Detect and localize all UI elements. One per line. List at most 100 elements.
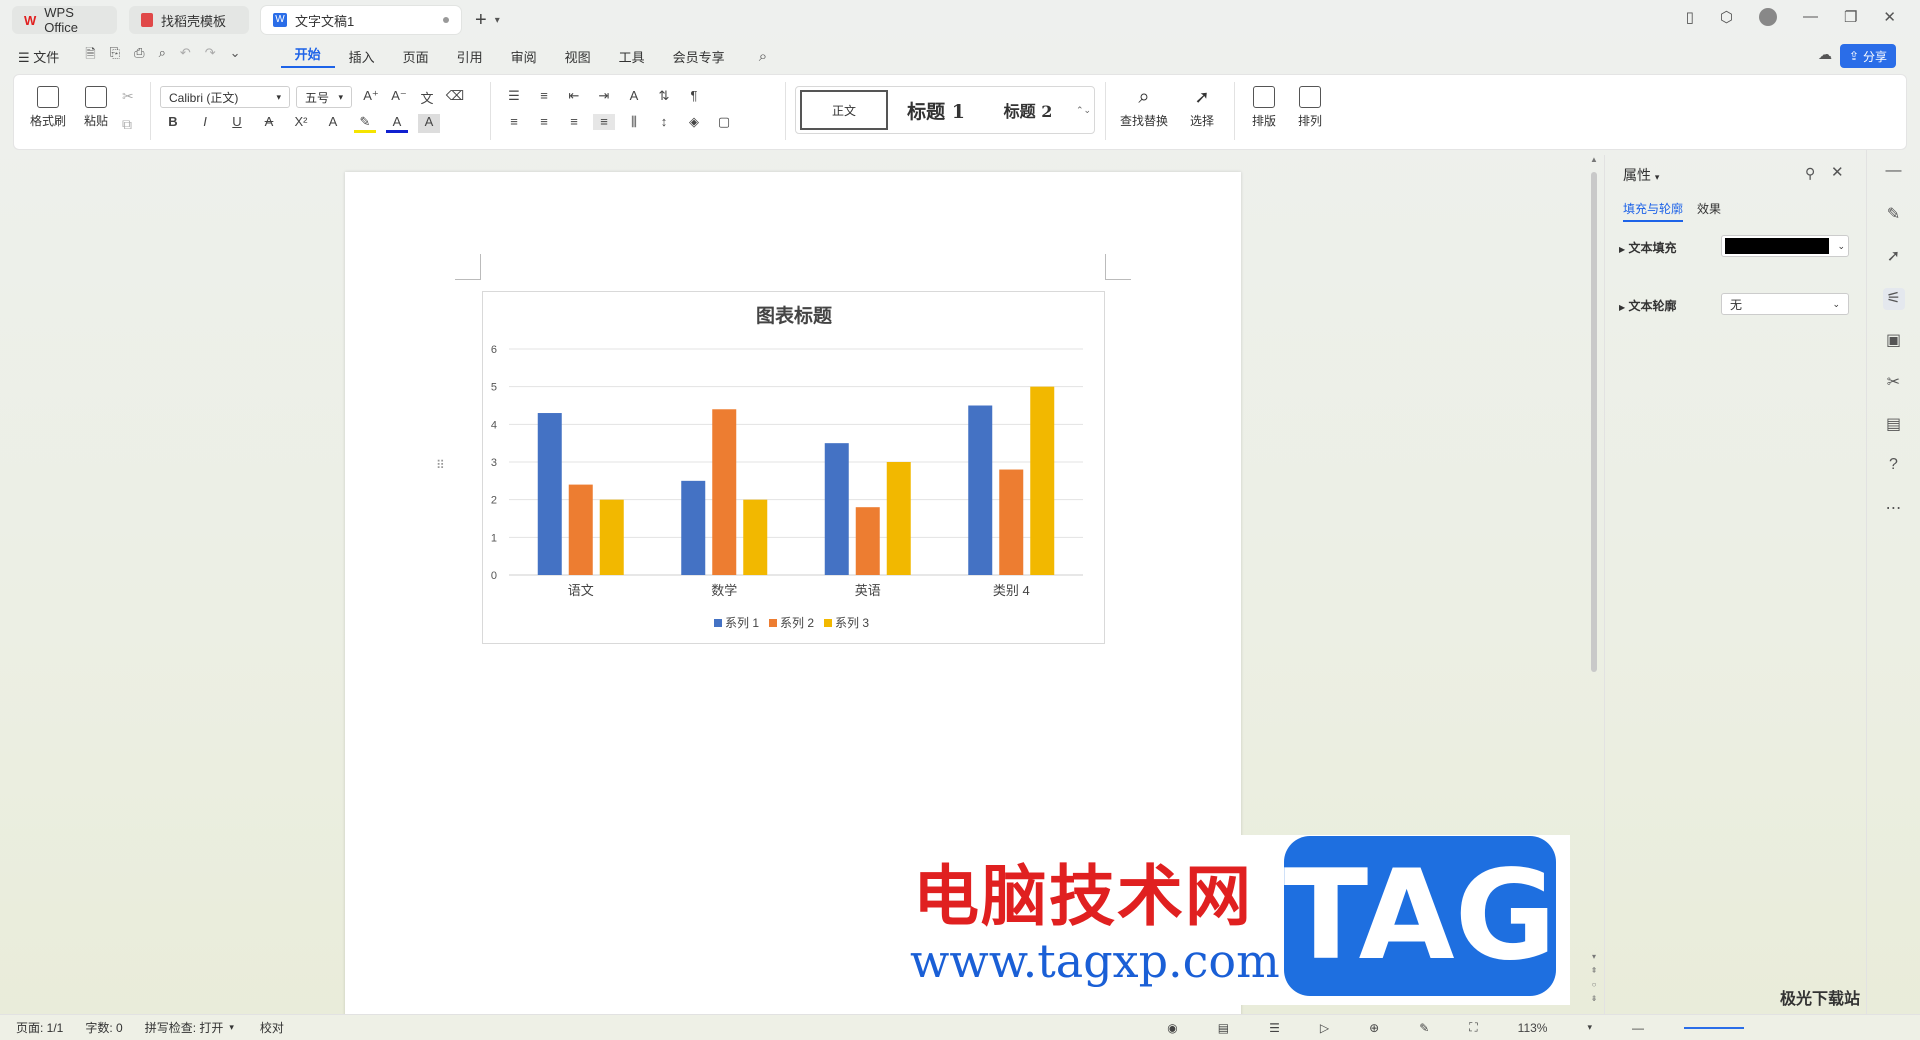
fit-icon[interactable]: ⛶ (1469, 1020, 1477, 1035)
web-view-icon[interactable]: ⊕ (1369, 1021, 1379, 1035)
close-icon[interactable]: ✕ (1831, 163, 1844, 181)
font-size-select[interactable]: 五号 ▾ (296, 86, 352, 108)
superscript-icon[interactable]: X² (290, 114, 312, 133)
caret-right-icon[interactable]: ▶ (1619, 303, 1625, 312)
restore-icon[interactable]: ❐ (1844, 8, 1857, 26)
bold-icon[interactable]: B (162, 114, 184, 133)
spell-check[interactable]: 拼写检查: 打开 (145, 1019, 224, 1036)
zoom-slider[interactable] (1684, 1026, 1744, 1029)
pen-mode-icon[interactable]: ✎ (1419, 1021, 1429, 1035)
clear-format-icon[interactable]: ⌫ (444, 88, 466, 107)
tab-review[interactable]: 审阅 (497, 47, 551, 66)
style-normal[interactable]: 正文 (800, 90, 888, 130)
highlight-icon[interactable]: ✎ (354, 114, 376, 133)
caret-right-icon[interactable]: ▶ (1619, 245, 1625, 254)
decrease-indent-icon[interactable]: ⇤ (563, 88, 585, 104)
tab-member[interactable]: 会员专享 (659, 47, 739, 66)
shading-icon[interactable]: ◈ (683, 114, 705, 130)
gallery-scroll-icon[interactable]: ⌃⌄ (1076, 105, 1091, 116)
numbered-list-icon[interactable]: ≡ (533, 88, 555, 104)
align-right-icon[interactable]: ≡ (563, 114, 585, 130)
font-name-select[interactable]: Calibri (正文) ▾ (160, 86, 290, 108)
cut-icon[interactable]: ✂ (122, 88, 134, 105)
underline-icon[interactable]: U (226, 114, 248, 133)
redo-icon[interactable]: ↷ (205, 45, 216, 67)
close-icon[interactable]: ✕ (1883, 8, 1896, 26)
chart[interactable]: 图表标题 0 1 2 3 4 5 6 语文 数学 英语 类别 4 系列 1 系列 2 系列 3 (482, 291, 1105, 644)
pen-icon[interactable]: ✎ (1883, 204, 1905, 226)
collapse-icon[interactable]: — (1883, 162, 1905, 184)
word-count[interactable]: 字数: 0 (85, 1019, 122, 1036)
help-icon[interactable]: ? (1883, 456, 1905, 478)
cube-icon[interactable]: ⬡ (1720, 8, 1733, 26)
italic-icon[interactable]: I (194, 114, 216, 133)
search-icon[interactable]: ⌕ (759, 48, 767, 65)
save-icon[interactable]: 🗎 (85, 45, 95, 67)
text-direction-icon[interactable]: A (623, 88, 645, 104)
drag-handle-icon[interactable]: ⠿ (436, 458, 445, 472)
arrange-button[interactable]: 排列 (1290, 86, 1330, 129)
export-icon[interactable]: ⎘ (110, 45, 120, 67)
minimize-icon[interactable]: — (1803, 8, 1818, 26)
paste-button[interactable]: 粘贴 (76, 86, 116, 129)
page-count[interactable]: 页面: 1/1 (16, 1019, 63, 1036)
undo-icon[interactable]: ↶ (180, 45, 191, 67)
zoom-out-icon[interactable]: — (1632, 1021, 1644, 1035)
avatar[interactable] (1758, 8, 1777, 26)
char-shading-icon[interactable]: A (418, 114, 440, 133)
format-painter-button[interactable]: 格式刷 (28, 86, 68, 129)
chevron-down-icon[interactable]: ▾ (1655, 172, 1660, 182)
style-heading-1[interactable]: 标题 1 (888, 90, 984, 130)
proofread[interactable]: 校对 (260, 1019, 284, 1036)
eye-icon[interactable]: ◉ (1167, 1021, 1177, 1035)
strikethrough-icon[interactable]: A (258, 114, 280, 133)
tab-view[interactable]: 视图 (551, 47, 605, 66)
layout-icon[interactable]: ▯ (1686, 8, 1694, 26)
show-marks-icon[interactable]: ¶ (683, 88, 705, 104)
tab-fill-outline[interactable]: 填充与轮廓 (1623, 200, 1684, 222)
copy-icon[interactable]: ⧉ (122, 116, 132, 133)
find-replace-button[interactable]: ⌕ 查找替换 (1114, 86, 1174, 129)
style-heading-2[interactable]: 标题 2 (984, 90, 1072, 130)
new-tab-button[interactable]: + (475, 9, 487, 32)
align-left-icon[interactable]: ≡ (503, 114, 525, 130)
distribute-icon[interactable]: ⫼ (623, 114, 645, 130)
more-icon[interactable]: ⋯ (1883, 498, 1905, 520)
preview-icon[interactable]: ⌕ (159, 45, 166, 67)
cloud-icon[interactable]: ☁ (1818, 46, 1832, 63)
share-button[interactable]: ⇪ 分享 (1840, 44, 1896, 68)
properties-icon[interactable]: ⚟ (1882, 288, 1905, 310)
tab-effects[interactable]: 效果 (1697, 200, 1721, 217)
tab-template[interactable]: 找稻壳模板 (129, 6, 249, 34)
tab-home[interactable]: 开始 (280, 44, 335, 68)
book-icon[interactable]: ▤ (1883, 414, 1905, 436)
text-outline-select[interactable]: 无 ⌄ (1721, 293, 1849, 315)
zoom-level[interactable]: 113% (1518, 1021, 1548, 1035)
tab-wps-office[interactable]: W WPS Office (12, 5, 117, 35)
text-effect-icon[interactable]: A (322, 114, 344, 133)
file-menu[interactable]: ☰ 文件 (0, 47, 73, 66)
pin-icon[interactable]: ⚲ (1805, 165, 1815, 182)
sort-icon[interactable]: ⇅ (653, 88, 675, 104)
tab-tools[interactable]: 工具 (605, 47, 659, 66)
play-icon[interactable]: ▷ (1320, 1021, 1329, 1035)
bullet-list-icon[interactable]: ☰ (503, 88, 525, 104)
page-view-icon[interactable]: ▤ (1218, 1021, 1229, 1035)
tab-references[interactable]: 引用 (443, 47, 497, 66)
layout-button[interactable]: 排版 (1244, 86, 1284, 129)
outline-view-icon[interactable]: ☰ (1269, 1021, 1280, 1035)
justify-icon[interactable]: ≡ (593, 114, 615, 130)
align-center-icon[interactable]: ≡ (533, 114, 555, 130)
vertical-scrollbar[interactable]: ▲ ▾ ⇞ ○ ⇟ (1588, 155, 1600, 1025)
print-icon[interactable]: ⎙ (134, 45, 144, 67)
text-fill-select[interactable]: ⌄ (1721, 235, 1849, 257)
scroll-up-icon[interactable]: ▲ (1588, 155, 1600, 164)
chevron-down-icon[interactable]: ▾ (1587, 1022, 1592, 1033)
scroll-thumb[interactable] (1591, 172, 1597, 672)
select-cursor-icon[interactable]: ➚ (1883, 246, 1905, 268)
shrink-font-icon[interactable]: A⁻ (388, 88, 410, 107)
line-spacing-icon[interactable]: ↕ (653, 114, 675, 130)
grow-font-icon[interactable]: A⁺ (360, 88, 382, 107)
page-nav-icons[interactable]: ▾ ⇞ ○ ⇟ (1588, 950, 1600, 1006)
phonetic-icon[interactable]: 文 (416, 88, 438, 107)
